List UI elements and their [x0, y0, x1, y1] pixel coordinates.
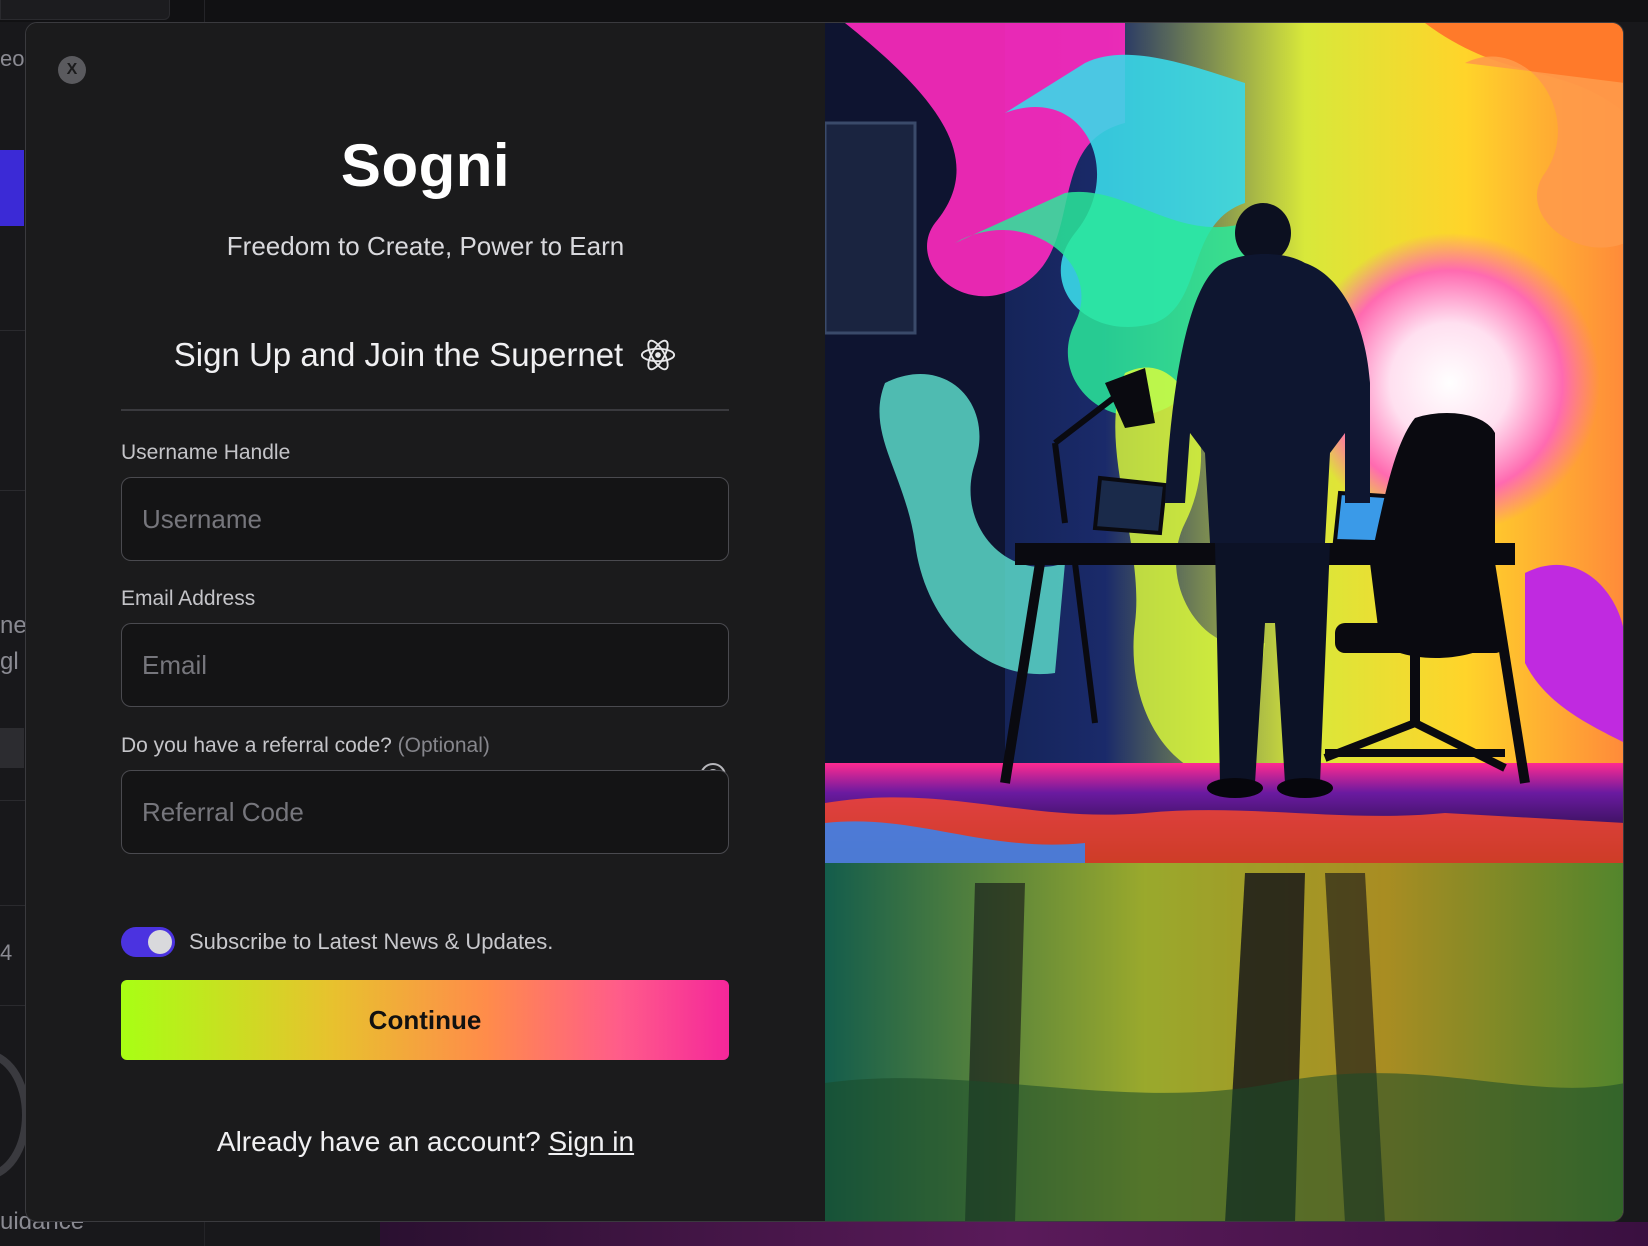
close-button[interactable]: X	[58, 56, 86, 84]
background-text: ne	[0, 612, 27, 639]
heading-divider	[121, 409, 729, 411]
signin-prompt-text: Already have an account?	[216, 1126, 541, 1157]
email-field[interactable]	[121, 623, 729, 707]
background-tab	[0, 0, 170, 20]
email-input[interactable]	[142, 649, 708, 681]
hero-illustration	[825, 23, 1623, 1221]
background-divider	[0, 490, 26, 491]
referral-input[interactable]	[142, 796, 708, 828]
subscribe-label: Subscribe to Latest News & Updates.	[189, 929, 554, 954]
background-divider	[0, 800, 26, 801]
background-divider	[0, 905, 26, 906]
signup-modal: X Sogni Freedom to Create, Power to Earn…	[25, 22, 1624, 1222]
atom-icon	[641, 339, 676, 371]
username-label: Username Handle	[121, 441, 291, 464]
referral-optional-text: (Optional)	[397, 734, 490, 757]
username-input[interactable]	[142, 503, 708, 535]
tagline: Freedom to Create, Power to Earn	[226, 231, 625, 261]
background-divider	[0, 330, 26, 331]
signup-heading: Sign Up and Join the Supernet	[26, 336, 825, 374]
email-label: Email Address	[121, 587, 256, 610]
background-divider	[0, 1005, 26, 1006]
username-field[interactable]	[121, 477, 729, 561]
background-topbar	[0, 0, 1648, 22]
brand-logo-text: Sogni	[340, 132, 511, 199]
referral-label-text: Do you have a referral code?	[121, 734, 392, 757]
background-sidebar-active-item	[0, 150, 24, 226]
referral-field[interactable]	[121, 770, 729, 854]
toggle-knob	[148, 930, 172, 954]
background-text: gl	[0, 648, 19, 675]
illustration-svg	[825, 23, 1623, 1221]
signin-link[interactable]: Sign in	[548, 1126, 634, 1157]
subscribe-toggle[interactable]	[121, 927, 175, 957]
referral-label: Do you have a referral code? (Optional)	[121, 734, 490, 758]
signup-form-pane: X Sogni Freedom to Create, Power to Earn…	[26, 23, 825, 1221]
close-icon: X	[66, 61, 78, 78]
signup-heading-text: Sign Up and Join the Supernet	[173, 336, 624, 373]
background-text: 4	[0, 940, 13, 965]
signin-prompt: Already have an account? Sign in	[26, 1126, 825, 1158]
background-text: eo	[0, 46, 25, 71]
background-glow	[380, 1222, 1648, 1246]
continue-button[interactable]: Continue	[121, 980, 729, 1060]
background-block	[0, 728, 24, 768]
